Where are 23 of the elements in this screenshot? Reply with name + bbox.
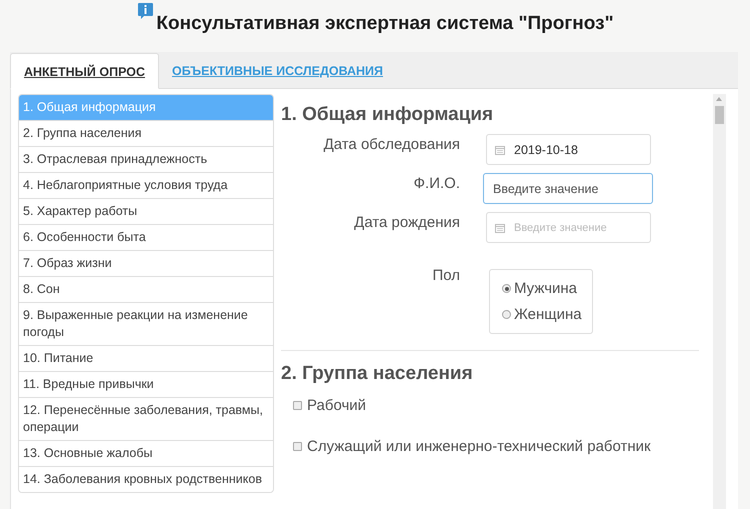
- calendar-icon: [495, 144, 505, 154]
- input-field[interactable]: Введите значение: [483, 173, 653, 204]
- field-label: Пол: [431, 266, 460, 284]
- section-heading: 1. Общая информация: [281, 104, 494, 126]
- checkbox-label[interactable]: Служащий или инженерно-технический работник: [307, 438, 651, 455]
- field-label: Дата обследования: [322, 135, 460, 153]
- radio-button[interactable]: [502, 310, 511, 319]
- field-label: Ф.И.О.: [412, 174, 460, 192]
- tab[interactable]: АНКЕТНЫЙ ОПРОС: [10, 53, 160, 89]
- sidebar-item[interactable]: 14. Заболевания кровных родственников: [19, 466, 273, 492]
- radio-label[interactable]: Мужчина: [514, 280, 578, 297]
- calendar-icon: [495, 222, 505, 232]
- checkbox[interactable]: [293, 401, 302, 410]
- field-label: Дата рождения: [353, 213, 460, 231]
- info-icon[interactable]: [138, 3, 154, 19]
- checkbox[interactable]: [293, 442, 302, 451]
- radio-button[interactable]: [502, 284, 511, 293]
- section-heading: 2. Группа населения: [281, 363, 474, 385]
- radio-label[interactable]: Женщина: [514, 306, 582, 323]
- scrollbar[interactable]: [713, 94, 726, 509]
- app-title: Консультативная экспертная система "Прогноз": [156, 13, 614, 35]
- checkbox-label[interactable]: Рабочий: [307, 397, 366, 414]
- date-field[interactable]: 2019-10-18: [486, 134, 651, 165]
